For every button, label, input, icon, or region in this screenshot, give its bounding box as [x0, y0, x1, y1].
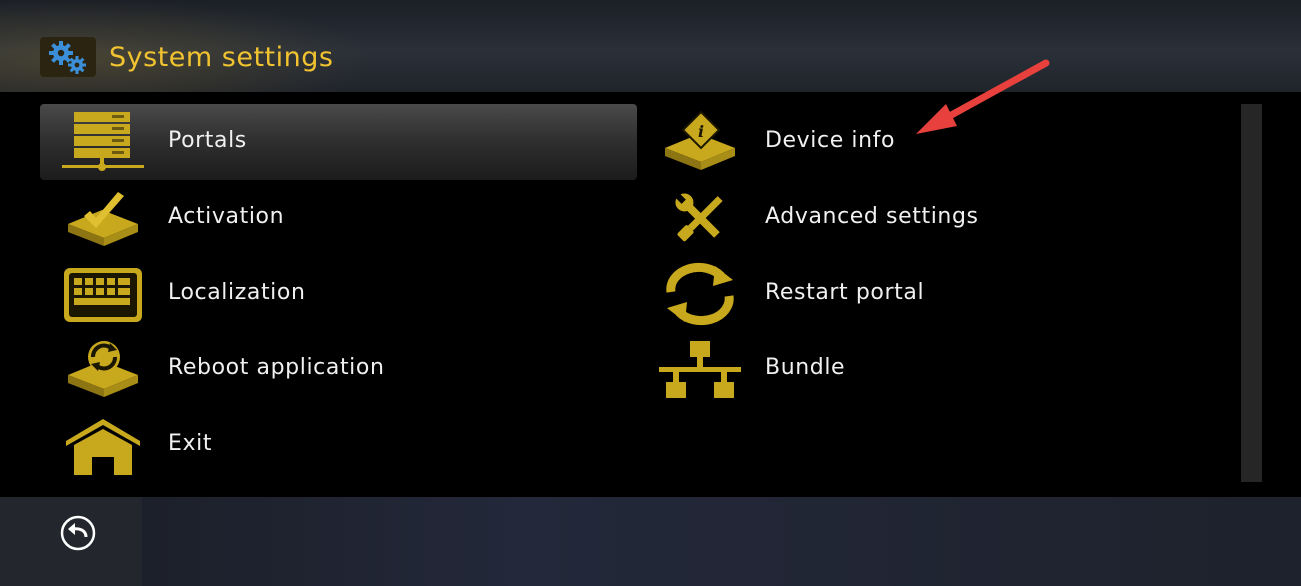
- settings-menu: Portals Activation Localization Reboot a…: [0, 92, 1301, 497]
- menu-item-label: Exit: [168, 431, 213, 456]
- menu-item-restart-portal[interactable]: Restart portal: [637, 256, 1234, 332]
- back-button-area: [0, 497, 142, 586]
- menu-item-activation[interactable]: Activation: [40, 180, 637, 256]
- reboot-icon: [60, 337, 146, 401]
- menu-item-bundle[interactable]: Bundle: [637, 331, 1234, 407]
- menu-item-label: Localization: [168, 280, 306, 305]
- menu-item-label: Activation: [168, 204, 285, 229]
- menu-item-advanced-settings[interactable]: Advanced settings: [637, 180, 1234, 256]
- menu-item-label: Reboot application: [168, 355, 385, 380]
- menu-item-portals[interactable]: Portals: [40, 104, 637, 180]
- house-icon: [60, 413, 146, 477]
- menu-item-device-info[interactable]: i Device info: [637, 104, 1234, 180]
- footer-bar: [0, 497, 1301, 586]
- back-button[interactable]: [59, 514, 97, 552]
- page-title: System settings: [109, 42, 334, 73]
- menu-item-label: Restart portal: [765, 280, 925, 305]
- keyboard-icon: [60, 262, 146, 326]
- svg-text:i: i: [698, 122, 704, 141]
- menu-item-reboot-application[interactable]: Reboot application: [40, 331, 637, 407]
- header-bar: System settings: [0, 0, 1301, 92]
- menu-item-label: Bundle: [765, 355, 846, 380]
- menu-item-label: Device info: [765, 128, 896, 153]
- activation-icon: [60, 186, 146, 250]
- server-icon: [60, 110, 146, 174]
- menu-item-exit[interactable]: Exit: [40, 407, 637, 483]
- back-arrow-icon: [60, 515, 96, 551]
- gears-icon: [40, 37, 96, 77]
- menu-item-label: Advanced settings: [765, 204, 979, 229]
- menu-item-label: Portals: [168, 128, 247, 153]
- network-bundle-icon: [657, 337, 743, 401]
- device-info-icon: i: [657, 110, 743, 174]
- restart-arrows-icon: [657, 262, 743, 326]
- menu-item-localization[interactable]: Localization: [40, 256, 637, 332]
- scrollbar[interactable]: [1241, 104, 1262, 482]
- wrench-screwdriver-icon: [657, 186, 743, 250]
